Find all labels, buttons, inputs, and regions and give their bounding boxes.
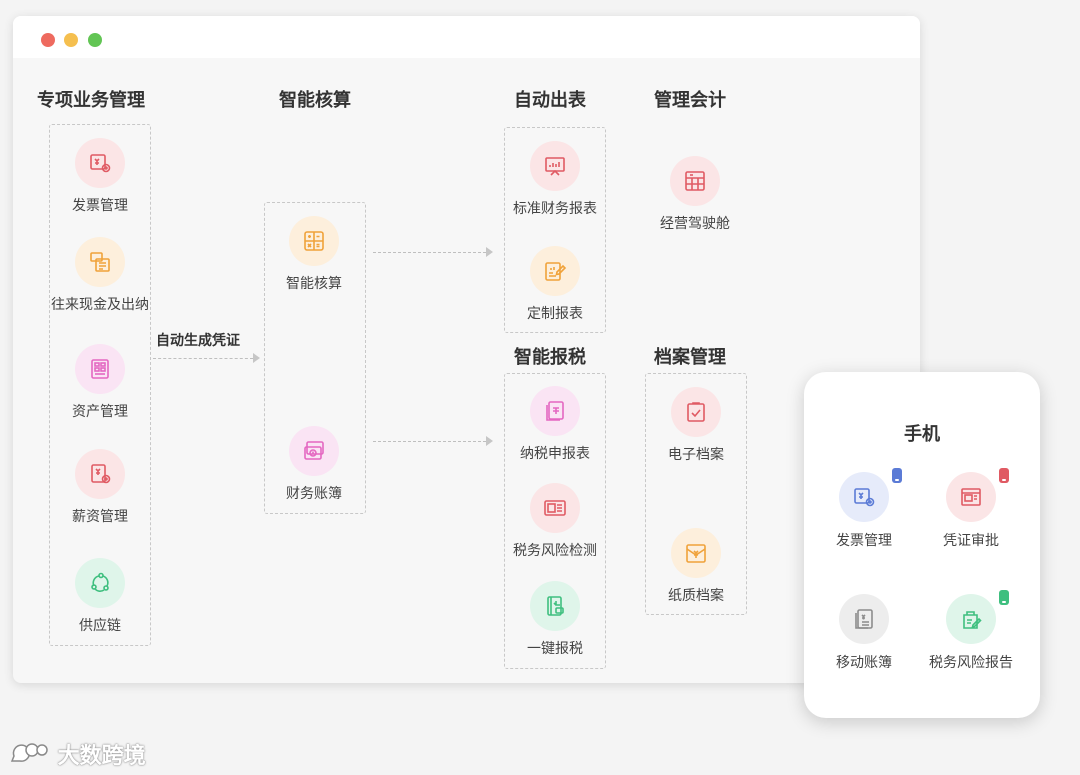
mobile-title: 手机 <box>904 424 940 445</box>
voucher-approval-icon <box>946 472 996 522</box>
item-invoice-management[interactable]: 发票管理 <box>45 138 155 217</box>
smart-accounting-title: 智能核算 <box>279 90 351 111</box>
arrow-head-icon <box>253 353 260 363</box>
electronic-archive-icon <box>671 387 721 437</box>
item-label: 财务账簿 <box>286 486 342 502</box>
auto-voucher-label: 自动生成凭证 <box>156 333 240 349</box>
item-paper-archive[interactable]: 纸质档案 <box>641 528 751 607</box>
watermark: 大数跨境 <box>8 738 146 772</box>
auto-report-title: 自动出表 <box>514 90 586 111</box>
watermark-text: 大数跨境 <box>57 744 146 769</box>
tax-form-icon <box>530 386 580 436</box>
one-click-tax-icon <box>530 581 580 631</box>
item-one-click-tax[interactable]: 一键报税 <box>500 581 610 660</box>
salary-document-icon <box>75 449 125 499</box>
item-asset-management[interactable]: 资产管理 <box>45 344 155 423</box>
custom-report-icon <box>530 246 580 296</box>
item-label: 定制报表 <box>527 306 583 322</box>
item-cash-and-cashier[interactable]: 往来现金及出纳 <box>45 237 155 316</box>
item-tax-risk-detection[interactable]: 税务风险检测 <box>500 483 610 562</box>
asset-list-icon <box>75 344 125 394</box>
window-minimize-button[interactable] <box>64 33 78 47</box>
mobile-phone-icon <box>999 468 1009 483</box>
mobile-item-tax-risk-report[interactable]: 税务风险报告 <box>916 590 1026 674</box>
mobile-phone-icon <box>892 468 902 483</box>
smart-tax-title: 智能报税 <box>514 347 586 368</box>
item-label: 一键报税 <box>527 641 583 657</box>
item-financial-ledger[interactable]: 财务账簿 <box>259 426 369 505</box>
cash-document-icon <box>75 237 125 287</box>
item-label: 薪资管理 <box>72 509 128 525</box>
desktop-window: 专项业务管理 发票管理 往来现金及出纳 资产管理 薪资管理 供应链 自动生成凭证 <box>13 16 920 683</box>
arrow-head-icon <box>486 247 493 257</box>
item-label: 标准财务报表 <box>513 201 597 217</box>
item-label: 供应链 <box>79 618 121 634</box>
speech-bubble-logo-icon <box>8 741 48 767</box>
arrow-to-smart-tax <box>373 441 486 442</box>
tax-risk-report-icon <box>946 594 996 644</box>
supply-chain-icon <box>75 558 125 608</box>
mobile-item-invoice-management[interactable]: 发票管理 <box>809 468 919 552</box>
paper-archive-icon <box>671 528 721 578</box>
item-label: 电子档案 <box>668 447 724 463</box>
item-label: 纸质档案 <box>668 588 724 604</box>
item-label: 凭证审批 <box>943 533 999 549</box>
item-label: 税务风险报告 <box>929 655 1013 671</box>
item-electronic-archive[interactable]: 电子档案 <box>641 387 751 466</box>
dashboard-table-icon <box>670 156 720 206</box>
mobile-card: 手机 发票管理 凭证审批 移动账簿 税务风险报告 <box>804 372 1040 718</box>
item-supply-chain[interactable]: 供应链 <box>45 558 155 637</box>
item-label: 发票管理 <box>836 533 892 549</box>
management-accounting-title: 管理会计 <box>654 90 726 111</box>
item-label: 纳税申报表 <box>520 446 590 462</box>
report-chart-icon <box>530 141 580 191</box>
archive-title: 档案管理 <box>654 347 726 368</box>
calculator-icon <box>289 216 339 266</box>
tax-risk-icon <box>530 483 580 533</box>
item-custom-report[interactable]: 定制报表 <box>500 246 610 325</box>
item-business-dashboard[interactable]: 经营驾驶舱 <box>640 156 750 235</box>
item-label: 税务风险检测 <box>513 543 597 559</box>
window-close-button[interactable] <box>41 33 55 47</box>
mobile-phone-icon <box>999 590 1009 605</box>
item-label: 发票管理 <box>72 198 128 214</box>
item-label: 资产管理 <box>72 404 128 420</box>
arrow-to-accounting <box>153 358 253 359</box>
window-maximize-button[interactable] <box>88 33 102 47</box>
special-business-title: 专项业务管理 <box>37 90 145 111</box>
item-smart-accounting[interactable]: 智能核算 <box>259 216 369 295</box>
arrow-to-auto-report <box>373 252 486 253</box>
mobile-item-mobile-ledger[interactable]: 移动账簿 <box>809 594 919 674</box>
item-label: 经营驾驶舱 <box>660 216 730 232</box>
money-ledger-icon <box>289 426 339 476</box>
invoice-gear-icon <box>839 472 889 522</box>
window-titlebar <box>13 16 920 58</box>
item-label: 移动账簿 <box>836 655 892 671</box>
mobile-ledger-icon <box>839 594 889 644</box>
invoice-gear-icon <box>75 138 125 188</box>
item-tax-return-form[interactable]: 纳税申报表 <box>500 386 610 465</box>
arrow-head-icon <box>486 436 493 446</box>
item-label: 智能核算 <box>286 276 342 292</box>
item-salary-management[interactable]: 薪资管理 <box>45 449 155 528</box>
mobile-item-voucher-approval[interactable]: 凭证审批 <box>916 468 1026 552</box>
item-standard-financial-report[interactable]: 标准财务报表 <box>500 141 610 220</box>
item-label: 往来现金及出纳 <box>51 297 149 313</box>
